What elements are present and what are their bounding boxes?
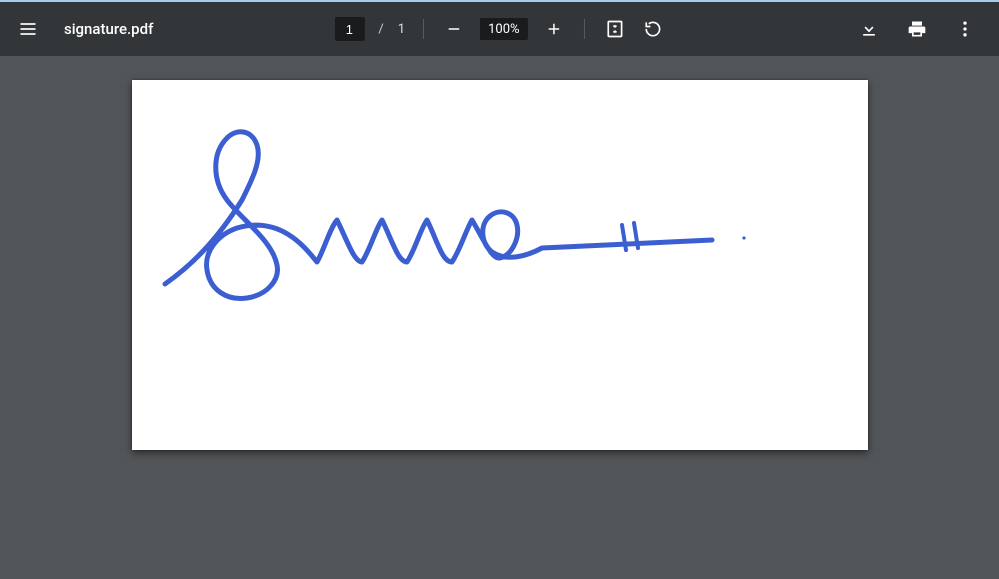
toolbar-divider <box>584 19 585 39</box>
toolbar-center-group: / 1 100% <box>334 17 664 41</box>
download-icon[interactable] <box>857 17 881 41</box>
menu-icon[interactable] <box>16 17 40 41</box>
pdf-viewport[interactable] <box>0 56 999 579</box>
rotate-icon[interactable] <box>641 17 665 41</box>
zoom-out-icon[interactable] <box>442 17 466 41</box>
toolbar-right-group <box>857 17 999 41</box>
signature-image <box>132 80 868 450</box>
page-total: 1 <box>398 22 405 37</box>
print-icon[interactable] <box>905 17 929 41</box>
more-icon[interactable] <box>953 17 977 41</box>
document-filename: signature.pdf <box>64 20 153 38</box>
zoom-in-icon[interactable] <box>542 17 566 41</box>
page-number-input[interactable] <box>334 17 364 41</box>
pdf-page <box>132 80 868 450</box>
zoom-level-text: 100% <box>488 22 519 37</box>
toolbar-left-group: signature.pdf <box>0 17 153 41</box>
zoom-level-display[interactable]: 100% <box>480 18 527 40</box>
toolbar-divider <box>423 19 424 39</box>
fit-page-icon[interactable] <box>603 17 627 41</box>
pdf-toolbar: signature.pdf / 1 100% <box>0 2 999 56</box>
page-separator: / <box>378 22 383 37</box>
